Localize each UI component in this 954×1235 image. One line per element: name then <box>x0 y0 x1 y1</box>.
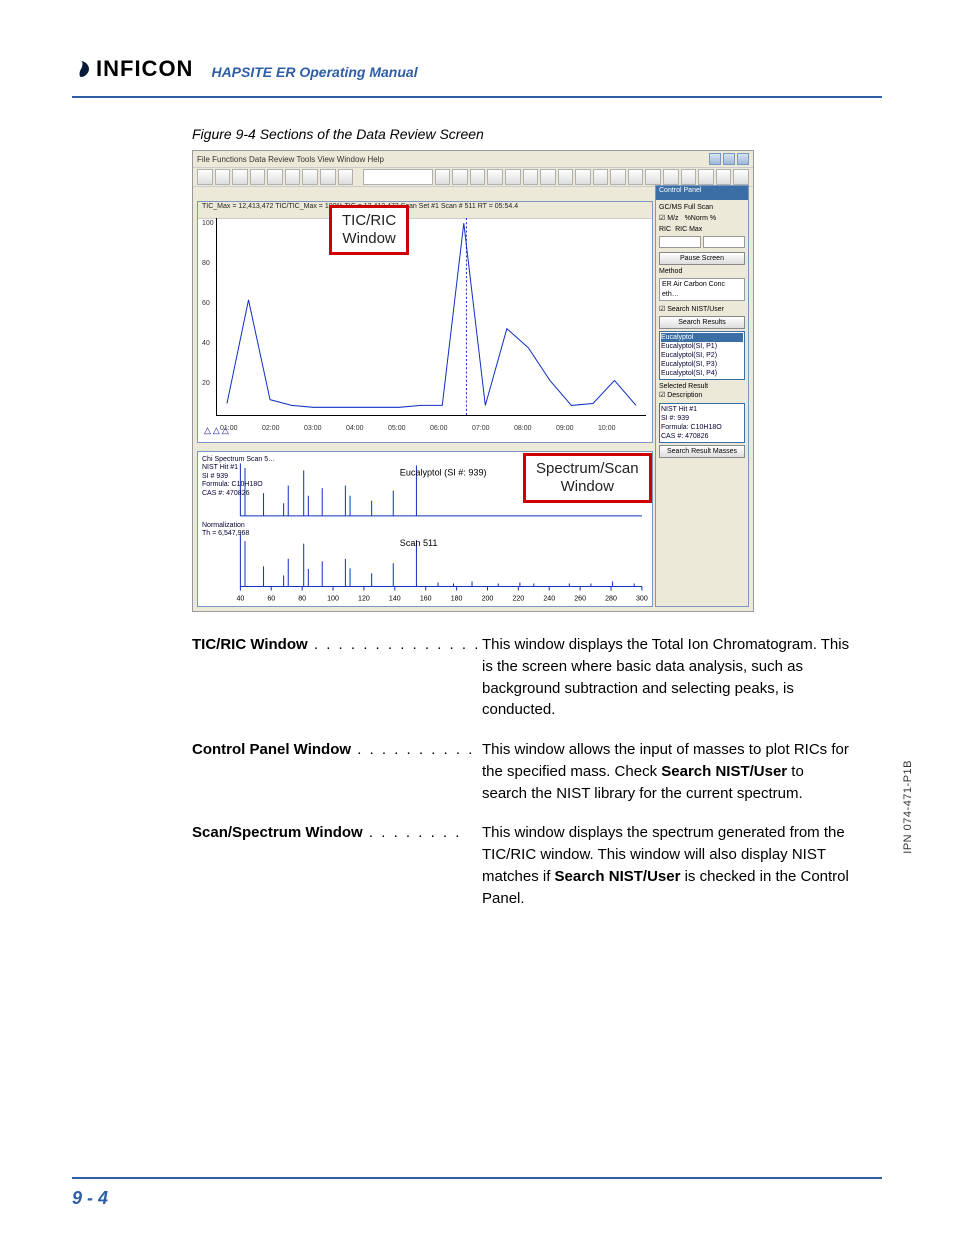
search-results-button[interactable]: Search Results <box>659 316 745 329</box>
toolbar-button[interactable] <box>302 169 318 185</box>
doc-ipn: IPN 074-471-P1B <box>902 760 914 854</box>
toolbar-button[interactable] <box>250 169 266 185</box>
close-icon[interactable] <box>737 153 749 165</box>
menu-items[interactable]: File Functions Data Review Tools View Wi… <box>197 155 384 164</box>
tic-ric-window[interactable]: TIC_Max = 12,413,472 TIC/TIC_Max = 100% … <box>197 201 653 443</box>
ricmax-input[interactable] <box>703 236 745 248</box>
spectrum-norm: Normalization Th = 6,547,968 <box>202 522 249 539</box>
svg-text:180: 180 <box>451 596 463 603</box>
checkbox-icon[interactable]: ☑ <box>659 392 665 399</box>
toolbar-button[interactable] <box>523 169 539 185</box>
definition-list: TIC/RIC Window . . . . . . . . . . . . .… <box>192 634 852 909</box>
svg-text:100: 100 <box>327 596 339 603</box>
toolbar-button[interactable] <box>558 169 574 185</box>
svg-text:200: 200 <box>482 596 494 603</box>
svg-text:140: 140 <box>389 596 401 603</box>
callout-spectrum: Spectrum/Scan Window <box>523 453 652 503</box>
ricmax-label: RIC Max <box>675 225 702 234</box>
callout-tic: TIC/RIC Window <box>329 205 409 255</box>
toolbar-button[interactable] <box>716 169 732 185</box>
toolbar-dropdown[interactable] <box>363 169 433 185</box>
svg-text:120: 120 <box>358 596 370 603</box>
toolbar-button[interactable] <box>733 169 749 185</box>
page-number: 9 - 4 <box>72 1188 108 1209</box>
brand-logo: INFICON <box>72 56 193 82</box>
method-label: Method <box>659 267 745 276</box>
manual-title: HAPSITE ER Operating Manual <box>211 64 417 82</box>
search-result-masses-button[interactable]: Search Result Masses <box>659 445 745 458</box>
toolbar-button[interactable] <box>232 169 248 185</box>
checkbox-icon[interactable]: ☑ <box>659 306 665 313</box>
svg-text:240: 240 <box>543 596 555 603</box>
toolbar-button[interactable] <box>593 169 609 185</box>
tic-header: TIC_Max = 12,413,472 TIC/TIC_Max = 100% … <box>198 202 652 219</box>
app-screenshot: File Functions Data Review Tools View Wi… <box>192 150 754 612</box>
app-menubar[interactable]: File Functions Data Review Tools View Wi… <box>193 151 753 168</box>
svg-text:40: 40 <box>236 596 244 603</box>
control-panel-header: Control Panel <box>656 186 748 200</box>
svg-text:Eucalyptol (SI #: 939): Eucalyptol (SI #: 939) <box>400 468 487 478</box>
page-header: INFICON HAPSITE ER Operating Manual <box>72 56 418 82</box>
header-rule <box>72 96 882 98</box>
svg-text:260: 260 <box>574 596 586 603</box>
window-buttons[interactable] <box>709 153 749 165</box>
ric-label: RIC <box>659 225 671 234</box>
toolbar-button[interactable] <box>435 169 451 185</box>
footer-rule <box>72 1177 882 1179</box>
search-hits-list[interactable]: EucalyptolEucalyptol(SI, P1)Eucalyptol(S… <box>659 331 745 380</box>
spectrum-info: Chi Spectrum Scan 5…NIST Hit #1SI # 939F… <box>202 456 275 498</box>
toolbar-button[interactable] <box>285 169 301 185</box>
checkbox-icon[interactable]: ☑ <box>659 214 665 223</box>
brand-icon <box>72 60 90 78</box>
figure-caption: Figure 9-4 Sections of the Data Review S… <box>192 126 852 142</box>
toolbar-button[interactable] <box>628 169 644 185</box>
description-label: Description <box>667 392 702 399</box>
toolbar-button[interactable] <box>320 169 336 185</box>
svg-text:Scan 511: Scan 511 <box>400 538 438 548</box>
toolbar-button[interactable] <box>681 169 697 185</box>
scan-mode-label: GC/MS Full Scan <box>659 203 745 212</box>
maximize-icon[interactable] <box>723 153 735 165</box>
toolbar-button[interactable] <box>663 169 679 185</box>
toolbar-button[interactable] <box>197 169 213 185</box>
tic-plot[interactable] <box>216 218 646 416</box>
pause-screen-button[interactable]: Pause Screen <box>659 252 745 265</box>
svg-text:60: 60 <box>267 596 275 603</box>
toolbar-button[interactable] <box>267 169 283 185</box>
svg-text:160: 160 <box>420 596 432 603</box>
svg-text:220: 220 <box>512 596 524 603</box>
toolbar-button[interactable] <box>610 169 626 185</box>
svg-text:300: 300 <box>636 596 648 603</box>
mz-label: M/z <box>667 214 678 223</box>
toolbar-button[interactable] <box>505 169 521 185</box>
toolbar-button[interactable] <box>575 169 591 185</box>
control-panel-window[interactable]: Control Panel GC/MS Full Scan ☑M/z %Norm… <box>655 185 749 607</box>
svg-text:280: 280 <box>605 596 617 603</box>
toolbar-button[interactable] <box>470 169 486 185</box>
toolbar-button[interactable] <box>215 169 231 185</box>
selected-result-box: NIST Hit #1SI #: 939Formula: C10H18OCAS … <box>659 403 745 443</box>
toolbar-button[interactable] <box>452 169 468 185</box>
toolbar-button[interactable] <box>487 169 503 185</box>
selected-result-label: Selected Result <box>659 382 745 391</box>
chromatogram <box>217 218 646 415</box>
ric-input[interactable] <box>659 236 701 248</box>
brand-text: INFICON <box>96 56 193 82</box>
norm-label: %Norm % <box>685 214 717 223</box>
toolbar-button[interactable] <box>540 169 556 185</box>
search-nist-label: Search NIST/User <box>667 306 724 313</box>
toolbar-button[interactable] <box>645 169 661 185</box>
minimize-icon[interactable] <box>709 153 721 165</box>
toolbar-button[interactable] <box>698 169 714 185</box>
toolbar-button[interactable] <box>338 169 354 185</box>
method-value[interactable]: ER Air Carbon Conc eth… <box>659 278 745 300</box>
svg-text:80: 80 <box>298 596 306 603</box>
